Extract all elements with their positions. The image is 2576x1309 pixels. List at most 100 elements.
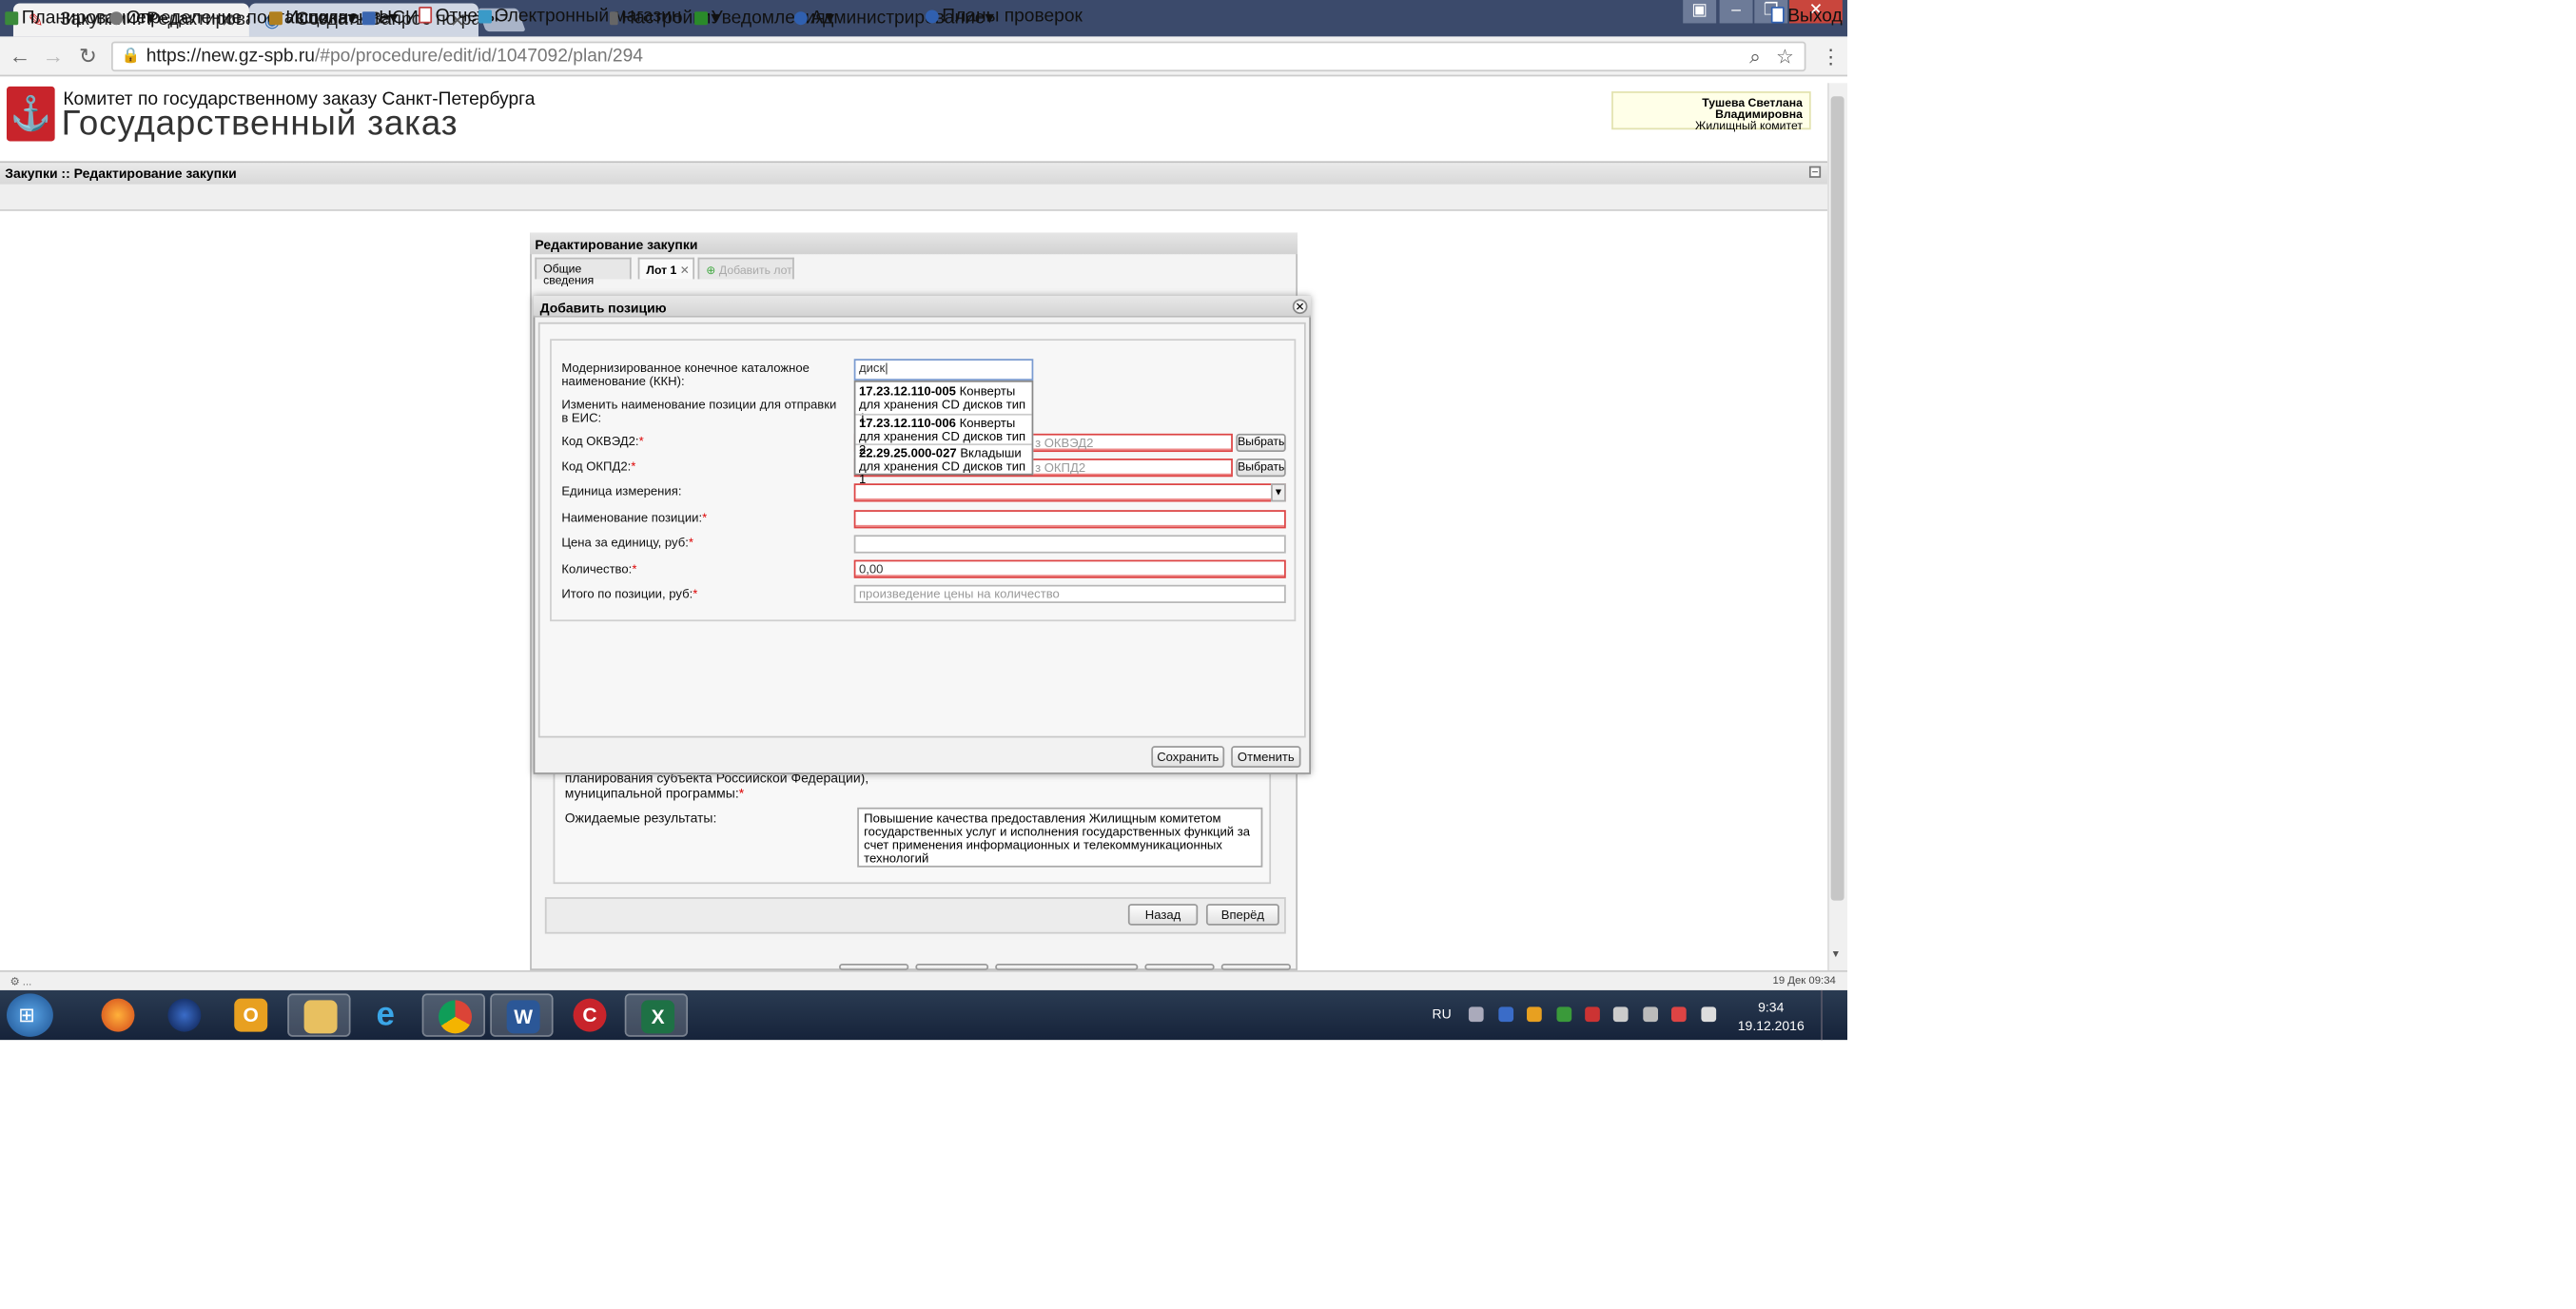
chevron-down-icon[interactable]: ▼ <box>1271 483 1286 502</box>
tab-lot-1[interactable]: Лот 1 ✕ <box>637 257 695 280</box>
menu-inspection-plans[interactable]: Планы проверок <box>925 7 1083 27</box>
admin-user-icon <box>793 11 808 26</box>
breadcrumb: Закупки :: Редактирование закупки <box>0 161 1828 185</box>
okpd-label: Код ОКПД2:* <box>561 459 636 474</box>
system-clock[interactable]: 9:34 19.12.2016 <box>1727 999 1814 1035</box>
dialog-title: Добавить позицию <box>533 295 1311 318</box>
zoom-icon[interactable]: ⌕ <box>1749 45 1761 69</box>
back-arrow-icon[interactable]: ← <box>7 43 33 69</box>
expected-results-label: Ожидаемые результаты: <box>564 811 717 827</box>
url-path: /#po/procedure/edit/id/1047092/plan/294 <box>314 46 644 67</box>
list-item[interactable]: 22.29.25.000-027 Вкладыши для хранения C… <box>858 446 1035 487</box>
globe-icon <box>167 998 202 1032</box>
collapse-icon[interactable]: – <box>1808 166 1822 178</box>
hidden-button[interactable] <box>995 963 1139 970</box>
close-tab-icon[interactable]: ✕ <box>680 265 690 277</box>
quantity-input[interactable]: 0,00 <box>853 559 1286 578</box>
notifications-icon <box>694 11 709 26</box>
close-icon[interactable]: ✕ <box>1292 299 1308 315</box>
site-title: Государственный заказ <box>61 105 459 144</box>
expected-results-textarea[interactable]: Повышение качества предоставления Жилищн… <box>857 807 1263 868</box>
show-desktop-button[interactable] <box>1821 989 1847 1041</box>
kkn-input[interactable]: диск| <box>853 359 1034 381</box>
required-mark: * <box>631 459 636 474</box>
back-button[interactable]: Назад <box>1127 904 1199 926</box>
quantity-label-text: Количество: <box>561 561 633 577</box>
okved-label-text: Код ОКВЭД2: <box>561 433 639 449</box>
total-input[interactable]: произведение цены на количество <box>853 584 1286 603</box>
planning-icon <box>5 11 19 26</box>
okved-label: Код ОКВЭД2:* <box>561 433 643 449</box>
taskbar-word[interactable]: W <box>490 993 554 1037</box>
tab-general[interactable]: Общие сведения <box>535 257 632 287</box>
star-icon[interactable]: ☆ <box>1776 45 1794 68</box>
hidden-button[interactable] <box>1144 963 1215 970</box>
url-input[interactable]: 🔒 https://new.gz-spb.ru/#po/procedure/ed… <box>111 41 1806 72</box>
okpd-pick-button[interactable]: Выбрать <box>1236 459 1286 478</box>
logout-icon <box>1770 6 1785 24</box>
tab-add-lot[interactable]: ⊕ Добавить лот <box>697 257 794 280</box>
tray-icon[interactable] <box>1612 1006 1629 1023</box>
taskbar-chrome[interactable] <box>421 993 485 1037</box>
menu-nsi[interactable]: НСИ▾ <box>361 7 427 29</box>
app-icon: C <box>573 998 607 1032</box>
minimize-icon[interactable]: – <box>1719 0 1753 24</box>
taskbar-excel[interactable]: X <box>624 993 689 1037</box>
taskbar-app[interactable]: C <box>558 993 621 1036</box>
tray-icon[interactable] <box>1556 1006 1572 1023</box>
logout-link[interactable]: Выход <box>1770 6 1843 27</box>
unit-price-input[interactable] <box>853 535 1286 554</box>
bluetooth-icon[interactable] <box>1498 1006 1514 1023</box>
taskbar-explorer[interactable] <box>287 993 351 1037</box>
lock-icon: 🔒 <box>121 46 141 64</box>
word-icon: W <box>506 1000 540 1034</box>
taskbar-ie[interactable]: e <box>354 993 417 1036</box>
required-mark: * <box>632 561 637 577</box>
network-icon[interactable] <box>1643 1006 1659 1023</box>
outlook-icon: O <box>234 998 268 1032</box>
taskbar-globe[interactable] <box>153 993 216 1036</box>
menu-label: НСИ <box>379 8 419 29</box>
language-indicator[interactable]: RU <box>1432 1006 1451 1022</box>
required-mark: * <box>688 535 693 551</box>
tray-icon[interactable] <box>1585 1006 1600 1023</box>
quantity-label: Количество:* <box>561 561 637 577</box>
kkn-value: диск <box>858 360 886 376</box>
clock-date: 19.12.2016 <box>1737 1018 1805 1034</box>
hidden-button[interactable] <box>915 963 989 970</box>
reload-icon[interactable]: ↻ <box>75 43 102 69</box>
menu-dots-icon[interactable]: ⋮ <box>1821 45 1841 68</box>
taskbar-outlook[interactable]: O <box>220 993 283 1036</box>
start-button[interactable]: ⊞ <box>6 993 53 1037</box>
taskbar-firefox[interactable] <box>87 993 149 1036</box>
tray-icon[interactable] <box>1468 1006 1484 1023</box>
volume-icon[interactable] <box>1701 1006 1717 1023</box>
action-center-icon[interactable] <box>1670 1006 1687 1023</box>
hidden-button[interactable] <box>838 963 909 970</box>
next-button[interactable]: Вперёд <box>1205 904 1279 926</box>
total-label-text: Итого по позиции, руб: <box>561 586 693 602</box>
supplier-icon <box>109 11 124 26</box>
reports-icon <box>419 6 433 24</box>
spb-emblem-logo: ⚓ <box>6 86 55 142</box>
position-name-input[interactable] <box>853 510 1286 529</box>
chrome-icon <box>439 1000 473 1034</box>
forward-arrow-icon[interactable]: → <box>40 43 67 69</box>
wrench-icon <box>609 11 618 26</box>
okved-pick-button[interactable]: Выбрать <box>1236 433 1286 453</box>
main-menu <box>0 184 1828 211</box>
user-info: Тушева Светлана Владимировна Жилищный ко… <box>1611 91 1811 133</box>
suggestion-text: для хранения CD дисков тип 1 <box>858 459 1026 487</box>
scrollbar-thumb[interactable] <box>1830 96 1844 901</box>
total-label: Итого по позиции, руб:* <box>561 586 697 602</box>
scroll-down-icon[interactable]: ▼ <box>1831 950 1841 960</box>
user-icon[interactable]: ▣ <box>1683 0 1717 24</box>
dialog-title-text: Добавить позицию <box>539 301 667 316</box>
tray-icon[interactable] <box>1527 1006 1542 1023</box>
status-bar: ⚙ ... 19 Дек 09:34 <box>0 969 1848 990</box>
cancel-button[interactable]: Отменить <box>1231 746 1301 768</box>
panel-title: Редактирование закупки <box>530 232 1298 255</box>
program-label: планирования субъекта Российской Федерац… <box>565 771 868 800</box>
hidden-button[interactable] <box>1220 963 1292 970</box>
save-button[interactable]: Сохранить <box>1151 746 1225 768</box>
